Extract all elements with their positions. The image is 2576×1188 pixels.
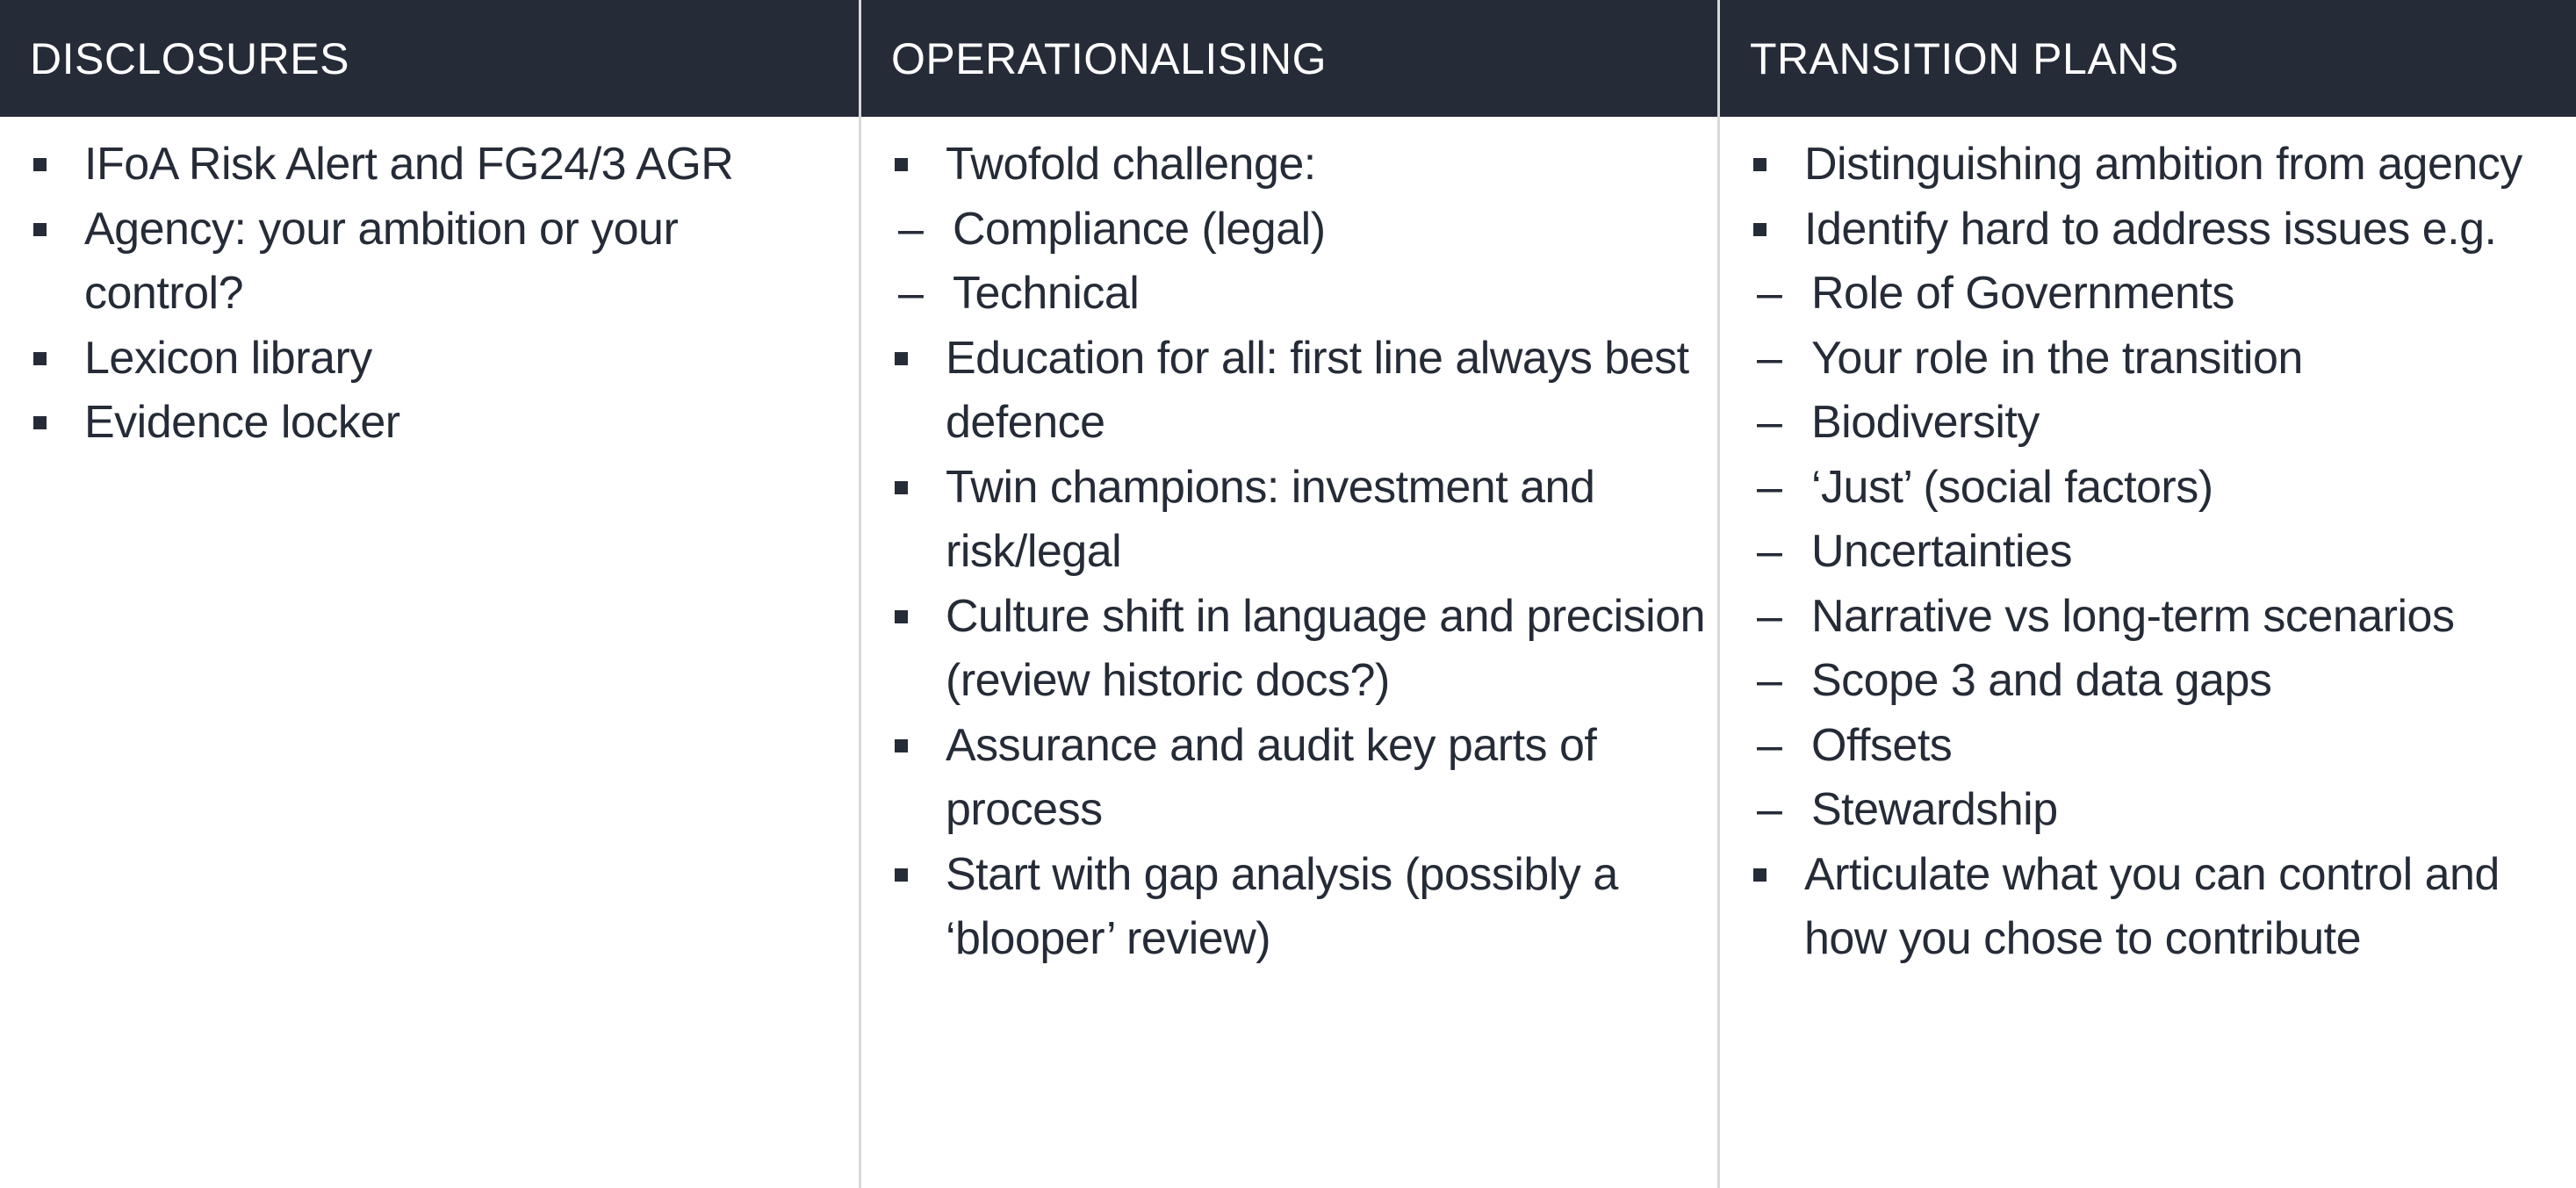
sub-list: – Role of Governments – Your role in the t… xyxy=(1750,262,2571,843)
square-bullet-icon xyxy=(895,480,908,494)
list-item-text: Lexicon library xyxy=(84,332,372,384)
square-bullet-icon xyxy=(895,609,908,623)
square-bullet-icon xyxy=(33,158,47,171)
square-bullet-icon xyxy=(895,158,908,171)
sub-list-item-text: Uncertainties xyxy=(1811,526,2072,577)
column-body: Twofold challenge: – Compliance (legal) –… xyxy=(861,117,1717,972)
list-item-text: Agency: your ambition or your control? xyxy=(84,203,679,320)
list-item: Lexicon library xyxy=(30,327,841,392)
sub-list-item: – Compliance (legal) xyxy=(891,198,1709,263)
sub-list-item: – ‘Just’ (social factors) xyxy=(1750,456,2571,521)
list-item-text: Assurance and audit key parts of process xyxy=(946,719,1597,836)
list-item-text: Identify hard to address issues e.g. xyxy=(1804,203,2497,255)
sub-list-item: – Uncertainties xyxy=(1750,520,2571,585)
square-bullet-icon xyxy=(895,351,908,365)
list-item-text: Education for all: first line always bes… xyxy=(946,332,1689,449)
list-item-text: Twofold challenge: xyxy=(946,139,1316,190)
list-item-text: IFoA Risk Alert and FG24/3 AGR xyxy=(84,139,734,190)
sub-list-item: – Scope 3 and data gaps xyxy=(1750,649,2571,714)
list-item: Identify hard to address issues e.g. – Ro… xyxy=(1750,198,2571,843)
bullet-list: Twofold challenge: – Compliance (legal) –… xyxy=(891,133,1709,972)
sub-list-item: – Biodiversity xyxy=(1750,391,2571,456)
sub-list-item-text: Offsets xyxy=(1811,719,1953,771)
column-header: DISCLOSURES xyxy=(0,0,859,117)
list-item: Twin champions: investment and risk/lega… xyxy=(891,456,1709,585)
dash-bullet-icon: – xyxy=(898,203,924,255)
bullet-list: IFoA Risk Alert and FG24/3 AGR Agency: y… xyxy=(30,133,841,456)
sub-list-item-text: Biodiversity xyxy=(1811,397,2040,448)
column-header: OPERATIONALISING xyxy=(861,0,1717,117)
column-body: IFoA Risk Alert and FG24/3 AGR Agency: y… xyxy=(0,117,859,456)
list-item-text: Culture shift in language and precision … xyxy=(946,590,1706,707)
sub-list-item-text: Stewardship xyxy=(1811,784,2058,835)
sub-list-item: – Offsets xyxy=(1750,714,2571,779)
dash-bullet-icon: – xyxy=(1757,397,1782,448)
column-body: Distinguishing ambition from agency Iden… xyxy=(1720,117,2576,972)
dash-bullet-icon: – xyxy=(1757,784,1782,835)
sub-list: – Compliance (legal) – Technical xyxy=(891,198,1709,327)
dash-bullet-icon: – xyxy=(1757,655,1782,706)
sub-list-item-text: Compliance (legal) xyxy=(953,203,1326,255)
list-item: Articulate what you can control and how … xyxy=(1750,843,2571,972)
square-bullet-icon xyxy=(1753,868,1767,882)
column-transition-plans: TRANSITION PLANS Distinguishing ambition… xyxy=(1717,0,2576,1188)
dash-bullet-icon: – xyxy=(1757,268,1782,319)
list-item-text: Evidence locker xyxy=(84,397,400,448)
column-header: TRANSITION PLANS xyxy=(1720,0,2576,117)
list-item-text: Distinguishing ambition from agency xyxy=(1804,139,2522,190)
sub-list-item: – Role of Governments xyxy=(1750,262,2571,327)
list-item: Education for all: first line always bes… xyxy=(891,327,1709,456)
dash-bullet-icon: – xyxy=(1757,461,1782,513)
column-disclosures: DISCLOSURES IFoA Risk Alert and FG24/3 A… xyxy=(0,0,859,1188)
square-bullet-icon xyxy=(33,351,47,365)
list-item-text: Articulate what you can control and how … xyxy=(1804,848,2500,965)
sub-list-item-text: Role of Governments xyxy=(1811,268,2234,319)
list-item: Twofold challenge: – Compliance (legal) –… xyxy=(891,133,1709,327)
sub-list-item-text: ‘Just’ (social factors) xyxy=(1811,461,2213,513)
sub-list-item: – Narrative vs long-term scenarios xyxy=(1750,585,2571,650)
dash-bullet-icon: – xyxy=(1757,332,1782,384)
list-item: IFoA Risk Alert and FG24/3 AGR xyxy=(30,133,841,198)
dash-bullet-icon: – xyxy=(898,268,924,319)
sub-list-item: – Stewardship xyxy=(1750,778,2571,843)
square-bullet-icon xyxy=(895,868,908,882)
bullet-list: Distinguishing ambition from agency Iden… xyxy=(1750,133,2571,972)
sub-list-item-text: Narrative vs long-term scenarios xyxy=(1811,590,2455,642)
list-item: Evidence locker xyxy=(30,391,841,456)
three-column-table: DISCLOSURES IFoA Risk Alert and FG24/3 A… xyxy=(0,0,2576,1188)
dash-bullet-icon: – xyxy=(1757,590,1782,642)
list-item: Start with gap analysis (possibly a ‘blo… xyxy=(891,843,1709,972)
dash-bullet-icon: – xyxy=(1757,526,1782,577)
list-item-text: Twin champions: investment and risk/lega… xyxy=(946,461,1595,578)
list-item: Agency: your ambition or your control? xyxy=(30,198,841,327)
sub-list-item-text: Technical xyxy=(953,268,1140,319)
column-operationalising: OPERATIONALISING Twofold challenge: – Com… xyxy=(859,0,1717,1188)
list-item: Culture shift in language and precision … xyxy=(891,585,1709,714)
square-bullet-icon xyxy=(1753,222,1767,236)
square-bullet-icon xyxy=(33,416,47,429)
square-bullet-icon xyxy=(895,738,908,752)
list-item-text: Start with gap analysis (possibly a ‘blo… xyxy=(946,848,1618,965)
sub-list-item-text: Your role in the transition xyxy=(1811,332,2303,384)
sub-list-item: – Technical xyxy=(891,262,1709,327)
list-item: Distinguishing ambition from agency xyxy=(1750,133,2571,198)
square-bullet-icon xyxy=(33,222,47,236)
sub-list-item: – Your role in the transition xyxy=(1750,327,2571,392)
sub-list-item-text: Scope 3 and data gaps xyxy=(1811,655,2272,706)
list-item: Assurance and audit key parts of process xyxy=(891,714,1709,843)
dash-bullet-icon: – xyxy=(1757,719,1782,771)
square-bullet-icon xyxy=(1753,158,1767,171)
